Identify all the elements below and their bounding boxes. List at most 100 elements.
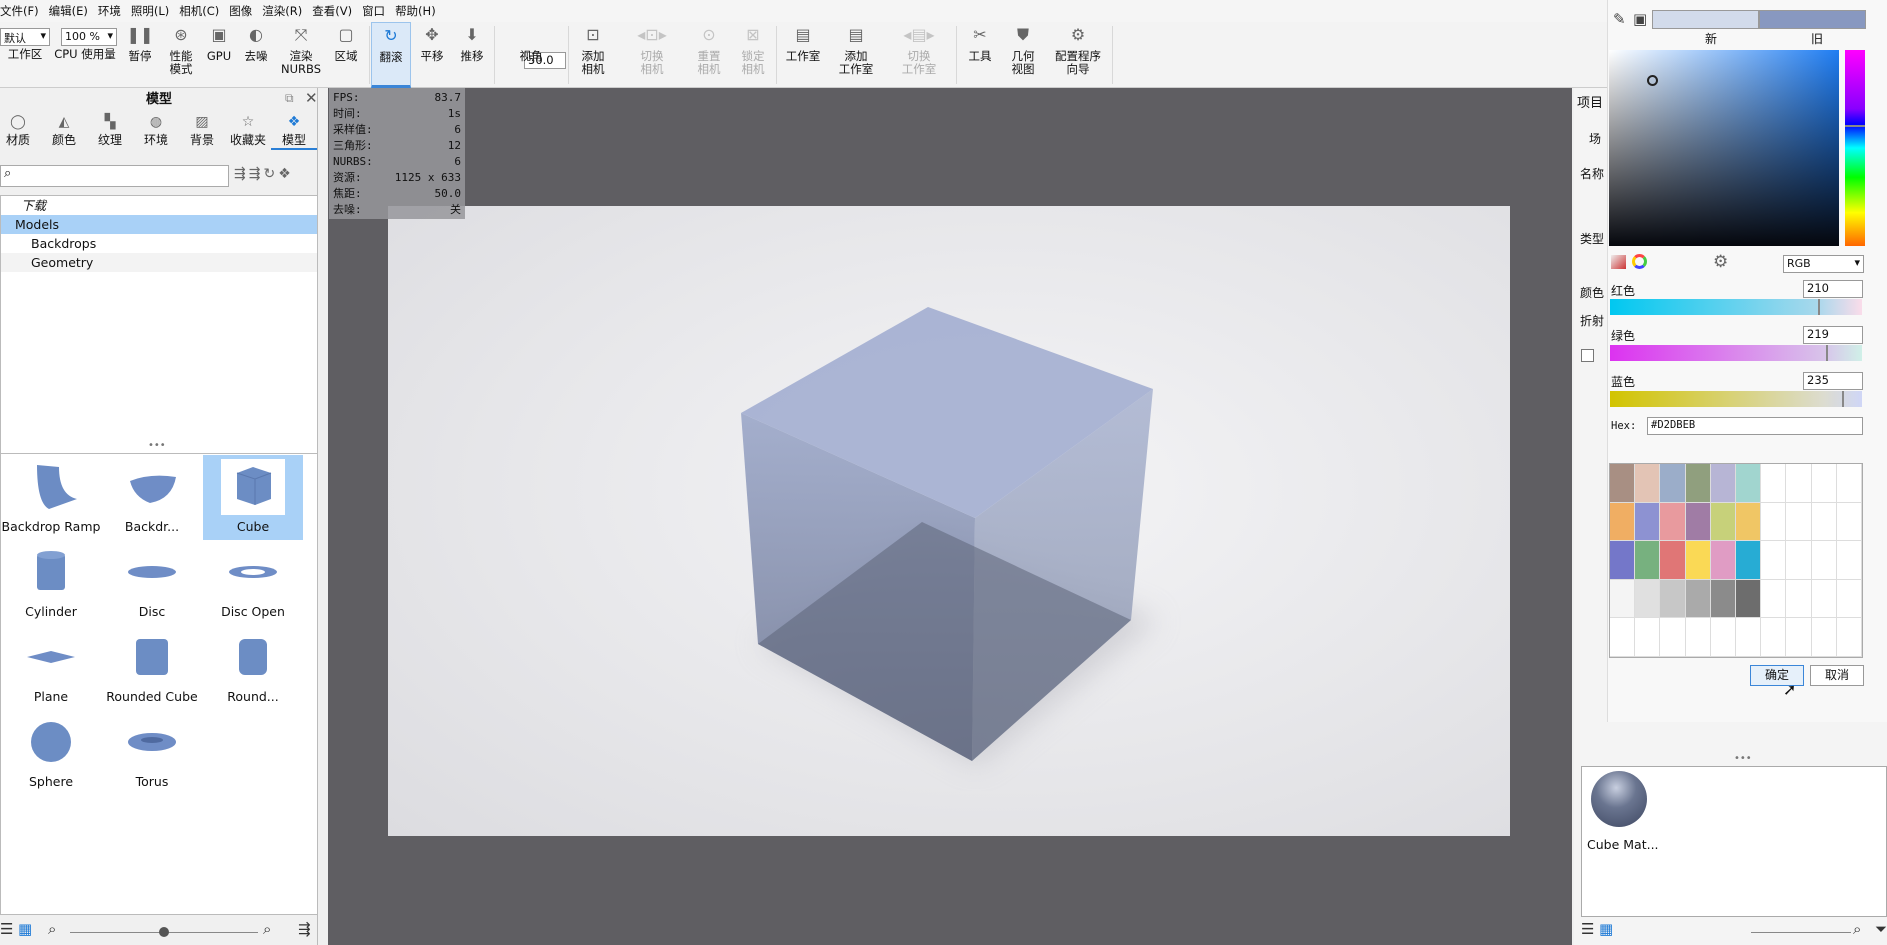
model-item[interactable]: Backdr... xyxy=(102,455,202,540)
empty-swatch[interactable] xyxy=(1610,618,1636,657)
toolbar-button-0[interactable]: 工作区 xyxy=(0,22,50,88)
toolbar-button-7[interactable]: ▢ 区域 xyxy=(326,22,366,88)
empty-swatch[interactable] xyxy=(1786,618,1812,657)
eyedropper-icon[interactable]: ✎ xyxy=(1613,10,1626,28)
color-swatch[interactable] xyxy=(1635,541,1661,580)
color-swatch[interactable] xyxy=(1660,541,1686,580)
project-tab[interactable]: 项目 xyxy=(1577,92,1603,111)
close-icon[interactable]: ✕ xyxy=(305,89,318,107)
empty-swatch[interactable] xyxy=(1635,618,1661,657)
color-swatch[interactable] xyxy=(1710,541,1736,580)
empty-swatch[interactable] xyxy=(1761,502,1787,542)
filter-icon[interactable]: ⏷ xyxy=(1875,920,1887,938)
color-swatch[interactable] xyxy=(1736,464,1762,503)
color-swatch[interactable] xyxy=(1660,579,1686,619)
empty-swatch[interactable] xyxy=(1836,579,1862,619)
save-icon[interactable]: ▣ xyxy=(1633,10,1647,28)
color-wheel-icon[interactable] xyxy=(1632,254,1647,269)
color-cursor[interactable] xyxy=(1647,75,1658,86)
toolbar-button-1[interactable]: CPU 使用量 xyxy=(50,22,120,88)
option-checkbox[interactable] xyxy=(1581,349,1594,362)
toolbar-button-20[interactable]: ⛊ 几何 视图 xyxy=(1002,22,1044,88)
color-swatch[interactable] xyxy=(1685,541,1711,580)
toolbar-button-8[interactable]: ↻ 翻滚 xyxy=(371,22,411,88)
list-view-icon[interactable]: ☰ xyxy=(1581,920,1594,938)
color-swatch[interactable] xyxy=(1610,579,1636,619)
tree-item[interactable]: Backdrops xyxy=(1,234,317,253)
zoom-out-icon[interactable]: ⌕ xyxy=(48,920,56,938)
toolbar-button-13[interactable]: ◂⊡▸ 切换 相机 xyxy=(624,22,680,88)
render-image[interactable] xyxy=(388,206,1510,836)
green-slider[interactable] xyxy=(1610,345,1862,361)
color-swatch[interactable] xyxy=(1635,502,1661,542)
tab-5[interactable]: ☆ 收藏夹 xyxy=(225,114,271,150)
toolbar-button-17[interactable]: ▤ 添加 工作室 xyxy=(830,22,882,88)
toolbar-button-11[interactable]: 视角 xyxy=(496,22,566,88)
model-item[interactable]: Sphere xyxy=(1,710,101,795)
color-swatch[interactable] xyxy=(1610,464,1636,503)
color-swatch[interactable] xyxy=(1736,541,1762,580)
color-swatch[interactable] xyxy=(1635,464,1661,503)
empty-swatch[interactable] xyxy=(1660,618,1686,657)
material-name[interactable]: Cube Mat... xyxy=(1587,837,1659,852)
model-item[interactable]: Backdrop Ramp xyxy=(1,455,101,540)
toolbar-button-2[interactable]: ❚❚ 暂停 xyxy=(122,22,158,88)
float-panel-icon[interactable]: ⧉ xyxy=(285,91,294,106)
model-item[interactable]: Round... xyxy=(203,625,303,710)
tab-3[interactable]: ◍ 环境 xyxy=(133,114,179,150)
blue-input[interactable]: 235 xyxy=(1803,372,1863,390)
saturation-value-area[interactable] xyxy=(1609,50,1839,246)
empty-swatch[interactable] xyxy=(1811,541,1837,580)
menu-item[interactable]: 环境 xyxy=(98,3,121,19)
empty-swatch[interactable] xyxy=(1836,541,1862,580)
color-swatch[interactable] xyxy=(1685,579,1711,619)
gradient-mode-icon[interactable] xyxy=(1611,255,1626,269)
hue-slider[interactable] xyxy=(1845,50,1865,246)
menu-item[interactable]: 照明(L) xyxy=(131,3,169,19)
search-input[interactable]: ⌕ xyxy=(0,165,229,187)
tab-0[interactable]: ◯ 材质 xyxy=(0,114,41,150)
cancel-button[interactable]: 取消 xyxy=(1810,665,1864,686)
green-slider-handle[interactable] xyxy=(1826,345,1829,361)
model-item[interactable]: Cube xyxy=(203,455,303,540)
shapes-icon[interactable]: ❖ xyxy=(278,166,294,182)
menu-item[interactable]: 帮助(H) xyxy=(395,3,436,19)
import-folder-icon[interactable]: ⇶ xyxy=(234,166,249,182)
splitter-handle[interactable]: ••• xyxy=(1734,753,1752,764)
settings-gear-icon[interactable]: ⚙ xyxy=(1713,252,1728,272)
model-item[interactable]: Cylinder xyxy=(1,540,101,625)
tab-1[interactable]: ◭ 颜色 xyxy=(41,114,87,150)
toolbar-button-6[interactable]: ⤧ 渲染 NURBS xyxy=(278,22,324,88)
model-item[interactable]: Disc Open xyxy=(203,540,303,625)
red-input[interactable]: 210 xyxy=(1803,280,1863,298)
toolbar-button-19[interactable]: ✂ 工具 xyxy=(960,22,1000,88)
toolbar-button-10[interactable]: ⬇ 推移 xyxy=(453,22,491,88)
toolbar-button-3[interactable]: ⊛ 性能 模式 xyxy=(160,22,202,88)
color-swatch[interactable] xyxy=(1710,579,1736,619)
tab-6[interactable]: ❖ 模型 xyxy=(271,114,317,150)
zoom-in-icon[interactable]: ⌕ xyxy=(263,920,271,938)
toolbar-button-14[interactable]: ⊙ 重置 相机 xyxy=(684,22,734,88)
empty-swatch[interactable] xyxy=(1761,464,1787,503)
list-view-icon[interactable]: ☰ xyxy=(0,920,13,938)
color-swatch[interactable] xyxy=(1685,464,1711,503)
empty-swatch[interactable] xyxy=(1761,579,1787,619)
thumbnail-size-slider[interactable] xyxy=(1751,932,1851,933)
blue-slider[interactable] xyxy=(1610,391,1862,407)
empty-swatch[interactable] xyxy=(1811,464,1837,503)
red-slider-handle[interactable] xyxy=(1817,299,1820,315)
color-swatch[interactable] xyxy=(1635,579,1661,619)
menu-item[interactable]: 渲染(R) xyxy=(262,3,302,19)
toolbar-button-15[interactable]: ⊠ 锁定 相机 xyxy=(734,22,772,88)
color-swatch[interactable] xyxy=(1660,502,1686,542)
empty-swatch[interactable] xyxy=(1710,618,1736,657)
menu-item[interactable]: 图像 xyxy=(229,3,252,19)
slider-knob[interactable] xyxy=(159,927,169,937)
splitter-handle[interactable]: ••• xyxy=(148,440,166,451)
empty-swatch[interactable] xyxy=(1685,618,1711,657)
empty-swatch[interactable] xyxy=(1811,618,1837,657)
blue-slider-handle[interactable] xyxy=(1842,391,1845,407)
empty-swatch[interactable] xyxy=(1736,618,1762,657)
menu-item[interactable]: 相机(C) xyxy=(179,3,219,19)
green-input[interactable]: 219 xyxy=(1803,326,1863,344)
